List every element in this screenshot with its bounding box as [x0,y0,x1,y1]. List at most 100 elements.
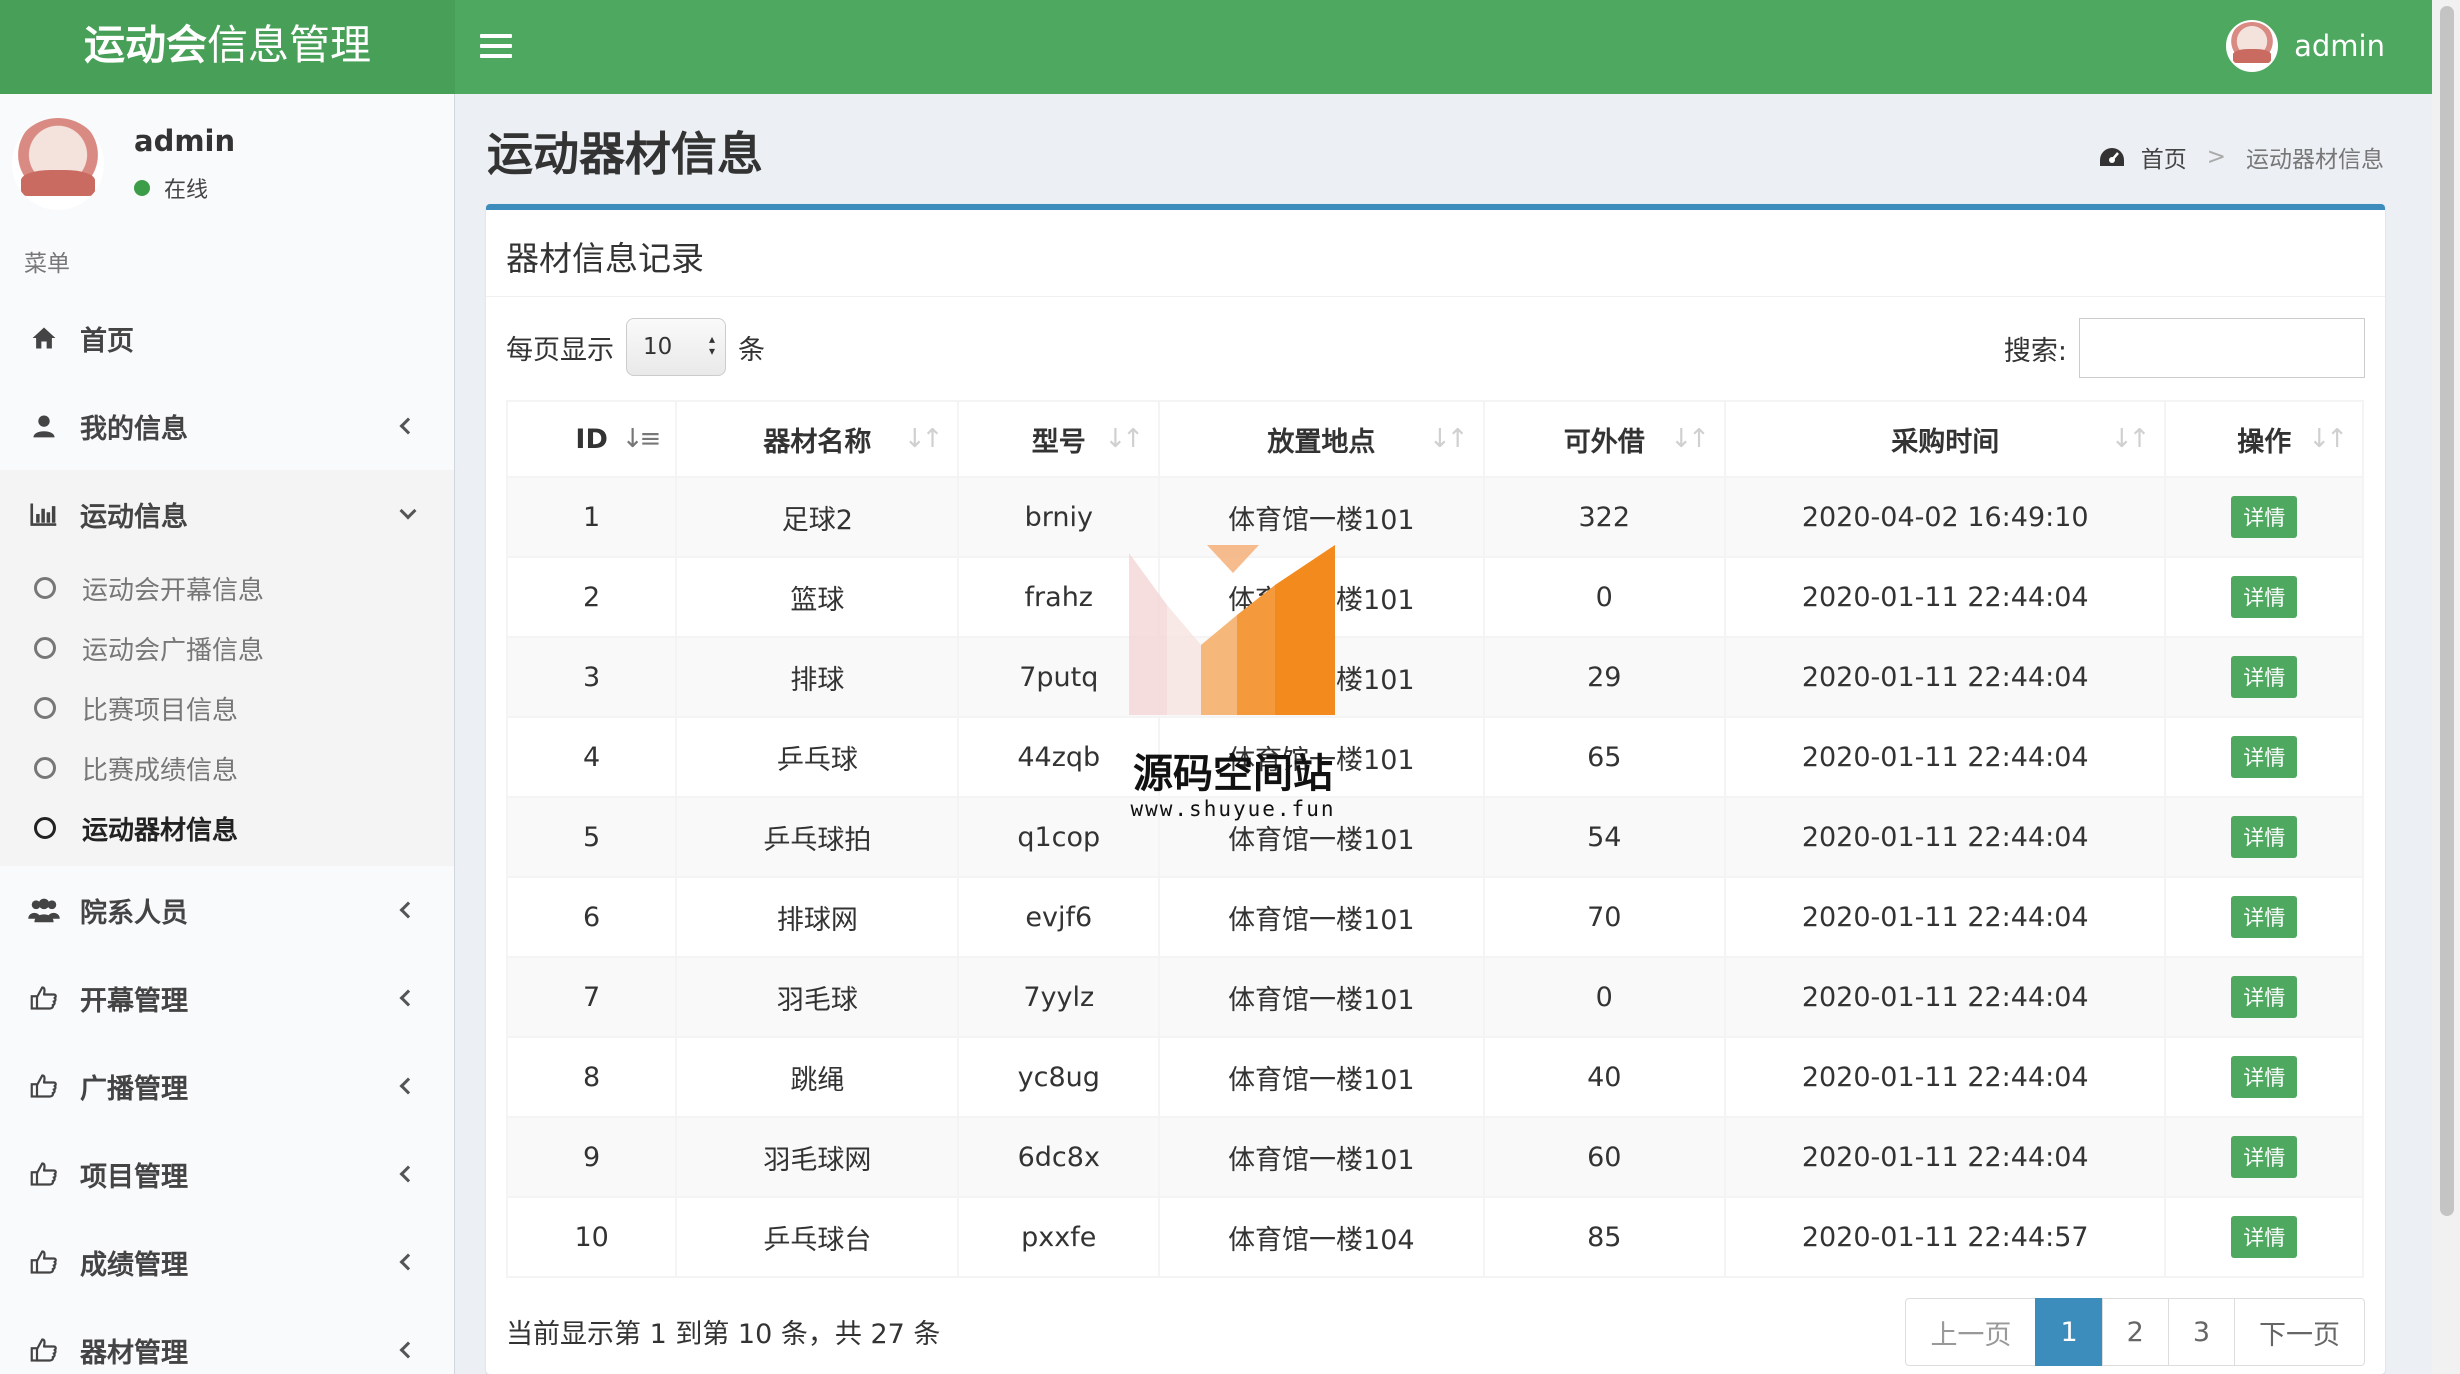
sidebar-item-label: 开幕管理 [80,985,188,1017]
page-button-3[interactable]: 3 [2167,1298,2235,1366]
table-cell: 7putq [957,636,1161,718]
page-title: 运动器材信息 [487,127,763,181]
prev-page-button[interactable]: 上一页 [1905,1298,2037,1366]
search-input[interactable] [2079,318,2365,378]
detail-button[interactable]: 详情 [2231,736,2298,778]
sidebar-subitem-3[interactable]: 比赛成绩信息 [0,738,454,798]
sidebar-item-4[interactable]: 开幕管理 [0,954,454,1042]
column-header-6[interactable]: 操作 ↓↑ [2164,400,2364,478]
sidebar-item-6[interactable]: 项目管理 [0,1130,454,1218]
table-cell: 乒乓球 [675,716,960,798]
table-cell-action: 详情 [2164,876,2364,958]
top-header: 运动会信息管理 admin [0,0,2460,94]
table-row: 3 排球 7putq 体育馆一楼101 29 2020-01-11 22:44:04 详情 [505,636,2364,718]
search-label: 搜索: [2003,335,2067,367]
table-cell-action: 详情 [2164,476,2364,558]
breadcrumb-home[interactable]: 首页 [2141,140,2187,174]
column-header-1[interactable]: 器材名称 ↓↑ [675,400,960,478]
page-button-1[interactable]: 1 [2035,1298,2103,1366]
table-cell: brniy [957,476,1161,558]
sidebar-item-5[interactable]: 广播管理 [0,1042,454,1130]
table-cell-action: 详情 [2164,716,2364,798]
sidebar-item-1[interactable]: 我的信息 [0,382,454,470]
table-cell: 体育馆一楼101 [1158,796,1485,878]
detail-button[interactable]: 详情 [2231,496,2298,538]
table-cell: 3 [505,636,678,718]
pagination: 上一页 1 2 3 下一页 [1905,1298,2365,1366]
app-logo[interactable]: 运动会信息管理 [0,0,455,94]
sidebar-menu: 首页我的信息运动信息运动会开幕信息 运动会广播信息 比赛项目信息 比赛成绩信息 运动器材… [0,294,454,1374]
chevron-left-icon [399,417,417,435]
sidebar-item-3[interactable]: 院系人员 [0,866,454,954]
table-row: 2 篮球 frahz 体育馆一楼101 0 2020-01-11 22:44:04 详情 [505,556,2364,638]
table-cell: 5 [505,796,678,878]
table-row: 9 羽毛球网 6dc8x 体育馆一楼101 60 2020-01-11 22:44:04 详… [505,1116,2364,1198]
table-cell-action: 详情 [2164,1116,2364,1198]
detail-button[interactable]: 详情 [2231,576,2298,618]
chevron-left-icon [399,1165,417,1183]
sidebar-item-2[interactable]: 运动信息 [0,470,454,558]
header-avatar [2226,20,2279,72]
table-cell: 体育馆一楼101 [1158,956,1485,1038]
sidebar-item-0[interactable]: 首页 [0,294,454,382]
sort-icon: ↓↑ [903,424,944,454]
detail-button[interactable]: 详情 [2231,656,2298,698]
column-header-3[interactable]: 放置地点 ↓↑ [1158,400,1485,478]
app-title-rest: 信息管理 [207,21,371,69]
column-header-label: ID [575,423,608,455]
header-user-name: admin [2294,29,2385,63]
table-cell: yc8ug [957,1036,1161,1118]
table-cell: 85 [1482,1196,1726,1278]
user-status-label: 在线 [164,178,209,203]
detail-button[interactable]: 详情 [2231,1056,2298,1098]
sidebar-subitem-4[interactable]: 运动器材信息 [0,798,454,858]
sidebar-user-panel: admin 在线 [12,114,235,214]
online-dot-icon [134,180,150,196]
circle-icon [34,697,56,719]
column-header-5[interactable]: 采购时间 ↓↑ [1723,400,2167,478]
sidebar-toggle-icon[interactable] [480,28,512,64]
scrollbar-thumb[interactable] [2440,6,2454,1216]
table-cell: 7yylz [957,956,1161,1038]
table-cell: 乒乓球拍 [675,796,960,878]
thumbs-up-icon [28,1070,60,1102]
header-user-menu[interactable]: admin [2226,18,2385,74]
detail-button[interactable]: 详情 [2231,816,2298,858]
detail-button[interactable]: 详情 [2231,896,2298,938]
app-title-bold: 运动会 [84,21,207,69]
sidebar-subitem-0[interactable]: 运动会开幕信息 [0,558,454,618]
table-row: 10 乒乓球台 pxxfe 体育馆一楼104 85 2020-01-11 22:44:57… [505,1196,2364,1278]
sidebar-item-label: 我的信息 [80,413,188,445]
sidebar-item-8[interactable]: 器材管理 [0,1306,454,1374]
column-header-2[interactable]: 型号 ↓↑ [957,400,1161,478]
column-header-label: 型号 [1031,426,1086,458]
detail-button[interactable]: 详情 [2231,1136,2298,1178]
detail-button[interactable]: 详情 [2231,1216,2298,1258]
sidebar-subitem-2[interactable]: 比赛项目信息 [0,678,454,738]
table-info: 当前显示第 1 到第 10 条，共 27 条 [506,1319,941,1350]
table-cell: 8 [505,1036,678,1118]
bar-chart-icon [28,498,60,530]
table-cell: 0 [1482,556,1726,638]
thumbs-up-icon [28,1246,60,1278]
next-page-button[interactable]: 下一页 [2234,1298,2365,1366]
page-button-2[interactable]: 2 [2101,1298,2169,1366]
breadcrumb: 首页 > 运动器材信息 [2099,140,2384,174]
page-scrollbar[interactable] [2432,0,2460,1374]
sidebar-item-label: 运动信息 [80,501,188,533]
sidebar-item-label: 器材管理 [80,1337,188,1369]
column-header-0[interactable]: ID ↓≡ [505,400,678,478]
sidebar-subitem-1[interactable]: 运动会广播信息 [0,618,454,678]
detail-button[interactable]: 详情 [2231,976,2298,1018]
page-length-select[interactable]: 10 [626,318,726,376]
table-cell: 2 [505,556,678,638]
box-divider [486,296,2385,297]
table-cell: 体育馆一楼104 [1158,1196,1485,1278]
column-header-4[interactable]: 可外借 ↓↑ [1482,400,1726,478]
sidebar-item-7[interactable]: 成绩管理 [0,1218,454,1306]
table-cell: 羽毛球网 [675,1116,960,1198]
sidebar-avatar [12,118,104,210]
table-cell: 羽毛球 [675,956,960,1038]
chevron-left-icon [399,901,417,919]
table-cell: 篮球 [675,556,960,638]
